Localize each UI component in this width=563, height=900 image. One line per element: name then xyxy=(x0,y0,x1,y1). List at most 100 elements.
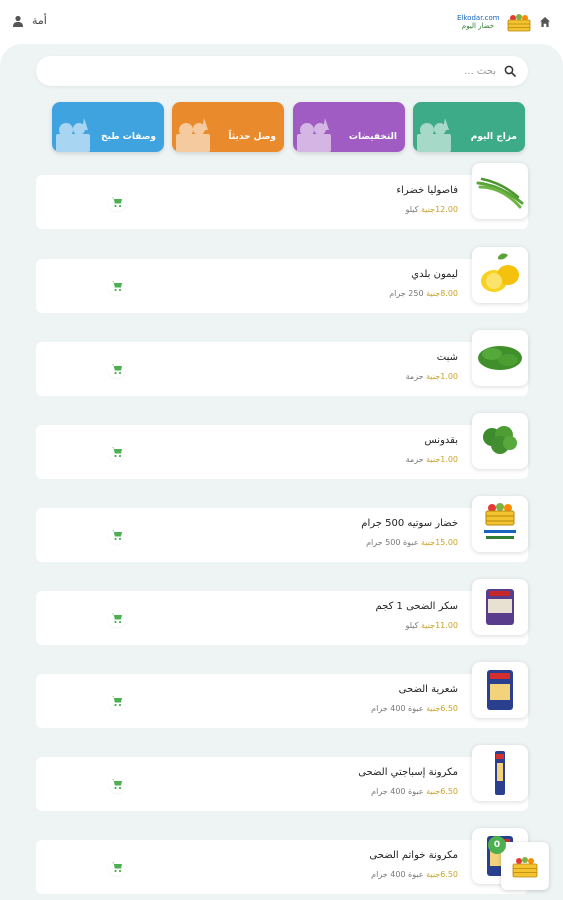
price-value: 11.00 xyxy=(435,621,458,630)
add-to-cart-button[interactable] xyxy=(108,526,126,544)
price-currency: جنية xyxy=(426,455,441,464)
product-image-parsley[interactable] xyxy=(472,413,528,469)
price-unit: حزمة xyxy=(405,372,424,381)
category-label: مزاج اليوم xyxy=(470,132,517,142)
add-to-cart-button[interactable] xyxy=(108,360,126,378)
product-price: 1.00جنية حزمة xyxy=(406,455,458,464)
add-to-cart-button[interactable] xyxy=(108,692,126,710)
price-currency: جنية xyxy=(421,538,436,547)
floating-cart-button[interactable] xyxy=(501,842,549,890)
price-unit: عبوة 400 جرام xyxy=(371,870,424,879)
search-input[interactable] xyxy=(76,56,496,86)
price-value: 6.50 xyxy=(440,704,458,713)
category-new-arrivals[interactable]: وصل حديثاً xyxy=(172,102,284,152)
add-to-cart-button[interactable] xyxy=(108,443,126,461)
cart-icon xyxy=(112,281,122,292)
cart-icon xyxy=(112,197,122,208)
add-to-cart-button[interactable] xyxy=(108,775,126,793)
search-icon[interactable] xyxy=(504,65,516,77)
category-discounts[interactable]: التخفيضات xyxy=(293,102,405,152)
price-currency: جنية xyxy=(426,787,441,796)
product-card[interactable]: بقدونس 1.00جنية حزمة xyxy=(36,413,528,479)
product-card[interactable]: ليمون بلدي 8.00جنية 250 جرام xyxy=(36,247,528,313)
product-card[interactable]: خضار سوتيه 500 جرام 15.00جنية عبوة 500 ج… xyxy=(36,496,528,562)
product-price: 8.00جنية 250 جرام xyxy=(389,289,458,298)
product-card[interactable]: شعرية الضحى 6.50جنية عبوة 400 جرام xyxy=(36,662,528,728)
product-name: ليمون بلدي xyxy=(411,269,458,280)
category-label: وصل حديثاً xyxy=(228,132,276,142)
price-currency: جنية xyxy=(426,372,441,381)
product-image-vermicelli-bag[interactable] xyxy=(472,662,528,718)
price-unit: عبوة 400 جرام xyxy=(371,787,424,796)
cart-icon xyxy=(112,696,122,707)
price-currency: جنية xyxy=(426,870,441,879)
logo-line2: خضار اليوم xyxy=(461,22,495,30)
cart-count-badge: 0 xyxy=(488,836,506,854)
cart-icon xyxy=(112,779,122,790)
product-image-logo-placeholder[interactable] xyxy=(472,496,528,552)
price-unit: عبوة 500 جرام xyxy=(366,538,419,547)
top-bar: أمة Elkodar.com خضار اليوم xyxy=(0,0,563,44)
product-name: شعرية الضحى xyxy=(398,684,458,695)
product-card[interactable]: شبت 1.00جنية حزمة xyxy=(36,330,528,396)
user-icon[interactable] xyxy=(12,15,24,27)
category-label: التخفيضات xyxy=(348,132,397,142)
vegetable-basket-icon xyxy=(56,118,90,152)
product-card[interactable]: سكر الضحى 1 كجم 11.00جنية كيلو xyxy=(36,579,528,645)
crate-cart-icon xyxy=(512,857,538,878)
product-name: شبت xyxy=(436,352,458,363)
product-price: 1.00جنية حزمة xyxy=(406,372,458,381)
cart-icon xyxy=(112,364,122,375)
product-price: 6.50جنية عبوة 400 جرام xyxy=(371,787,458,796)
product-price: 12.00جنية كيلو xyxy=(405,205,458,214)
product-image-dill[interactable] xyxy=(472,330,528,386)
category-row: مزاج اليوم التخفيضات وصل حديثاً وصفات طب… xyxy=(52,102,525,152)
logo-area: Elkodar.com خضار اليوم xyxy=(457,12,551,32)
category-recipes[interactable]: وصفات طبخ xyxy=(52,102,164,152)
logo-crate-icon xyxy=(507,14,531,32)
price-currency: جنية xyxy=(426,704,441,713)
product-card[interactable]: فاصوليا خضراء 12.00جنية كيلو xyxy=(36,163,528,229)
price-value: 6.50 xyxy=(440,787,458,796)
price-unit: حزمة xyxy=(405,455,424,464)
price-currency: جنية xyxy=(421,205,436,214)
product-name: فاصوليا خضراء xyxy=(396,185,458,196)
price-value: 12.00 xyxy=(435,205,458,214)
category-mood-of-day[interactable]: مزاج اليوم xyxy=(413,102,525,152)
product-card[interactable]: مكرونة إسباجتي الضحى 6.50جنية عبوة 400 ج… xyxy=(36,745,528,811)
product-name: مكرونة إسباجتي الضحى xyxy=(358,767,458,778)
price-value: 15.00 xyxy=(435,538,458,547)
product-image-lemon[interactable] xyxy=(472,247,528,303)
product-price: 11.00جنية كيلو xyxy=(405,621,458,630)
product-price: 6.50جنية عبوة 400 جرام xyxy=(371,704,458,713)
price-value: 1.00 xyxy=(440,372,458,381)
cart-icon xyxy=(112,447,122,458)
add-to-cart-button[interactable] xyxy=(108,858,126,876)
price-unit: 250 جرام xyxy=(389,289,424,298)
user-name: أمة xyxy=(32,14,47,27)
product-image-sugar-bag[interactable] xyxy=(472,579,528,635)
search-bar[interactable] xyxy=(36,56,528,86)
vegetable-basket-icon xyxy=(417,118,451,152)
product-image-spaghetti-pack[interactable] xyxy=(472,745,528,801)
price-value: 8.00 xyxy=(440,289,458,298)
price-unit: كيلو xyxy=(405,621,419,630)
product-name: سكر الضحى 1 كجم xyxy=(375,601,458,612)
product-card[interactable]: مكرونة خواتم الضحى 6.50جنية عبوة 400 جرا… xyxy=(36,828,528,894)
price-currency: جنية xyxy=(421,621,436,630)
product-image-green-beans[interactable] xyxy=(472,163,528,219)
main-content: مزاج اليوم التخفيضات وصل حديثاً xyxy=(0,44,563,900)
price-unit: كيلو xyxy=(405,205,419,214)
add-to-cart-button[interactable] xyxy=(108,193,126,211)
vegetable-basket-icon xyxy=(297,118,331,152)
product-name: بقدونس xyxy=(424,435,458,446)
price-value: 6.50 xyxy=(440,870,458,879)
product-price: 6.50جنية عبوة 400 جرام xyxy=(371,870,458,879)
add-to-cart-button[interactable] xyxy=(108,609,126,627)
product-price: 15.00جنية عبوة 500 جرام xyxy=(366,538,458,547)
home-icon[interactable] xyxy=(539,16,551,28)
add-to-cart-button[interactable] xyxy=(108,277,126,295)
product-name: مكرونة خواتم الضحى xyxy=(369,850,458,861)
logo-text: Elkodar.com خضار اليوم xyxy=(457,14,500,31)
user-area[interactable]: أمة xyxy=(12,14,47,27)
